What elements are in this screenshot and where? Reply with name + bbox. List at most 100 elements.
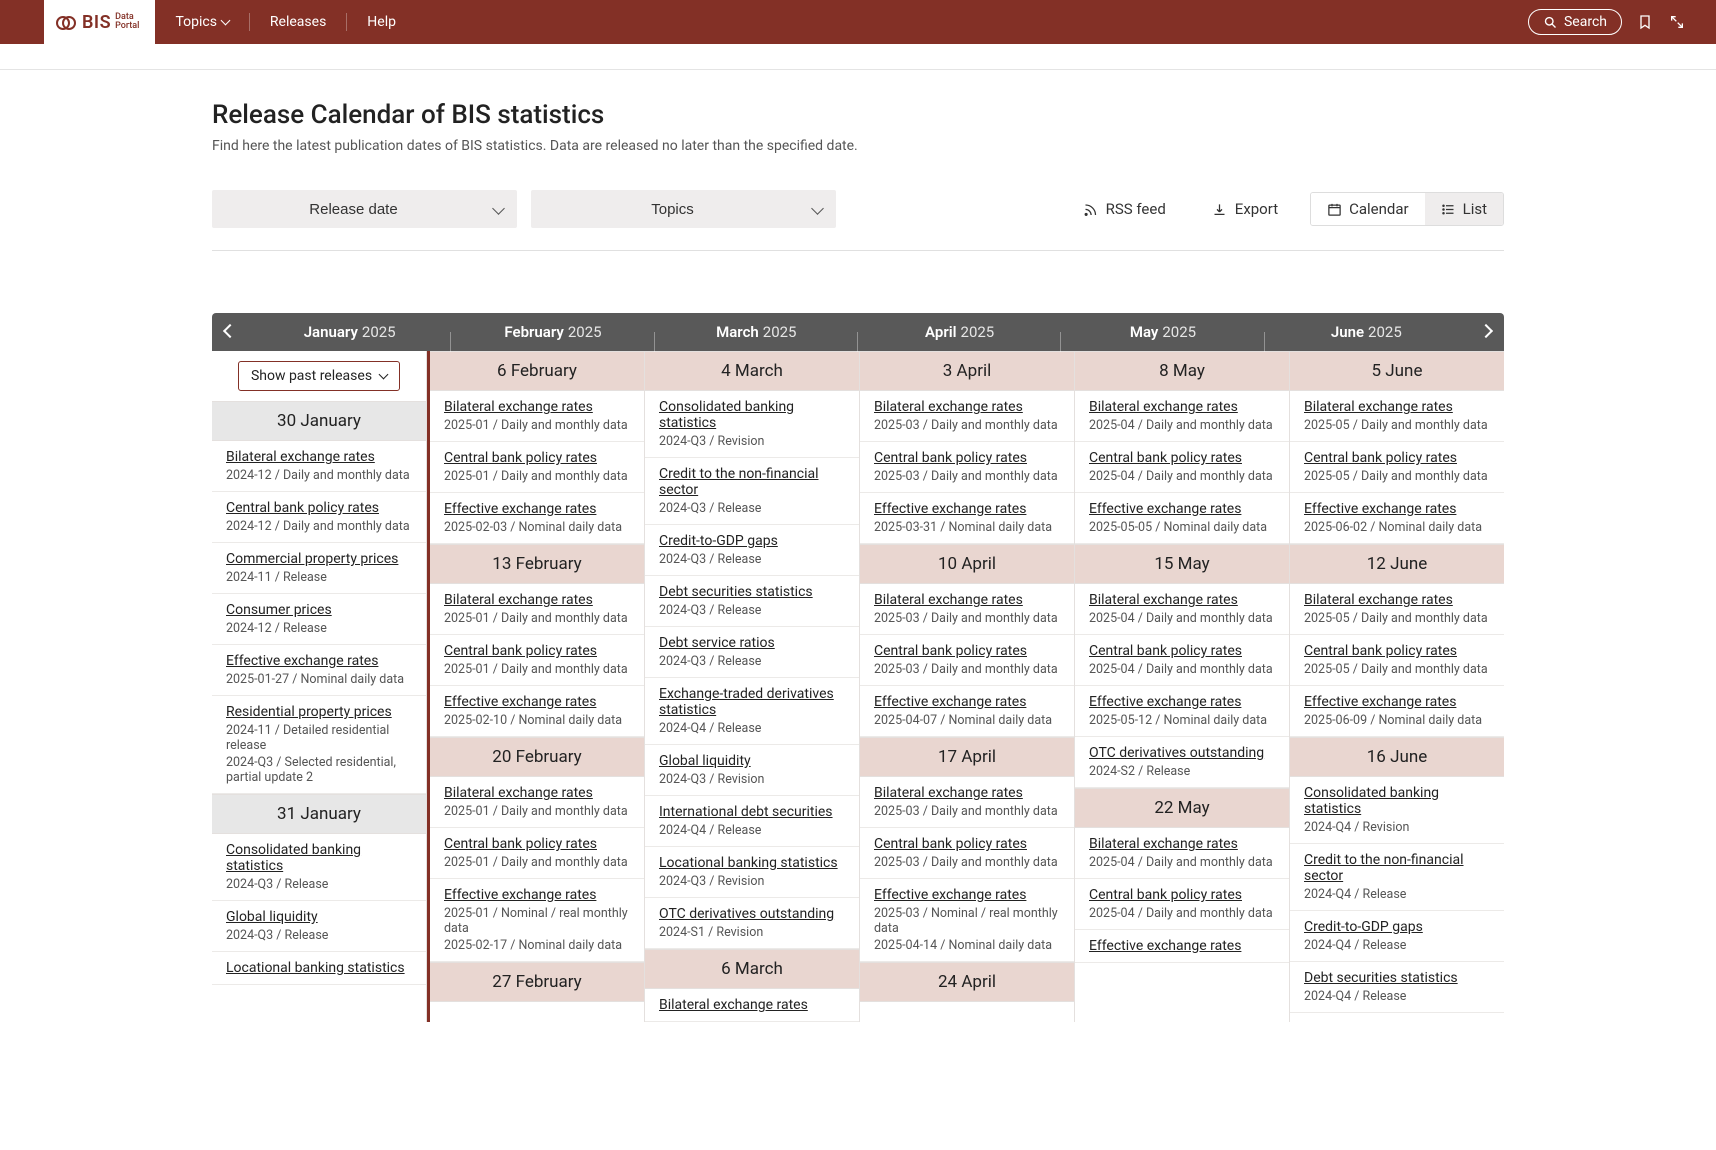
release-meta: 2025-03 / Daily and monthly data bbox=[874, 804, 1062, 819]
release-link[interactable]: Central bank policy rates bbox=[1089, 643, 1242, 659]
release-link[interactable]: International debt securities bbox=[659, 804, 833, 820]
release-link[interactable]: Central bank policy rates bbox=[1304, 643, 1457, 659]
export-button[interactable]: Export bbox=[1206, 200, 1284, 218]
release-meta: 2025-01 / Daily and monthly data bbox=[444, 469, 632, 484]
release-link[interactable]: Credit to the non-financial sector bbox=[659, 466, 847, 498]
release-item: Central bank policy rates 2025-04 / Daily… bbox=[1075, 442, 1289, 493]
release-link[interactable]: Global liquidity bbox=[659, 753, 751, 769]
release-item: Bilateral exchange rates2025-03 / Daily … bbox=[860, 584, 1074, 635]
release-link[interactable]: Commercial property prices bbox=[226, 551, 398, 567]
release-meta: 2025-04 / Daily and monthly data bbox=[1089, 906, 1277, 921]
release-link[interactable]: Central bank policy rates bbox=[874, 836, 1027, 852]
release-link[interactable]: Central bank policy rates bbox=[874, 643, 1027, 659]
release-meta: 2024-11 / Detailed residential release bbox=[226, 723, 414, 753]
release-link[interactable]: Central bank policy rates bbox=[1089, 887, 1242, 903]
release-meta: 2025-02-17 / Nominal daily data bbox=[444, 938, 632, 953]
release-item: Bilateral exchange rates2024-12 / Daily … bbox=[212, 441, 426, 492]
release-meta: 2024-Q3 / Release bbox=[659, 501, 847, 516]
release-link[interactable]: OTC derivatives outstanding bbox=[1089, 745, 1264, 761]
release-link[interactable]: Locational banking statistics bbox=[226, 960, 405, 976]
brand[interactable]: BIS DataPortal bbox=[44, 0, 155, 44]
release-link[interactable]: Effective exchange rates bbox=[874, 887, 1026, 903]
release-link[interactable]: Bilateral exchange rates bbox=[1089, 399, 1238, 415]
release-date-select[interactable]: Release date bbox=[212, 190, 517, 228]
release-meta: 2025-06-02 / Nominal daily data bbox=[1304, 520, 1492, 535]
release-link[interactable]: Bilateral exchange rates bbox=[444, 399, 593, 415]
release-link[interactable]: Effective exchange rates bbox=[444, 694, 596, 710]
calendar-body: Show past releases30 JanuaryBilateral ex… bbox=[212, 351, 1504, 1022]
release-link[interactable]: Effective exchange rates bbox=[226, 653, 378, 669]
next-month-button[interactable] bbox=[1468, 324, 1504, 340]
topics-select[interactable]: Topics bbox=[531, 190, 836, 228]
release-item: Effective exchange rates2025-04-07 / Nom… bbox=[860, 686, 1074, 737]
release-link[interactable]: Consumer prices bbox=[226, 602, 332, 618]
release-link[interactable]: Central bank policy rates bbox=[1304, 450, 1457, 466]
nav-topics[interactable]: Topics bbox=[155, 14, 248, 30]
release-link[interactable]: Bilateral exchange rates bbox=[659, 997, 808, 1013]
release-link[interactable]: Central bank policy rates bbox=[444, 643, 597, 659]
filter-bar: Release date Topics RSS feed Export Cale… bbox=[212, 190, 1504, 251]
release-link[interactable]: Effective exchange rates bbox=[1304, 501, 1456, 517]
rss-button[interactable]: RSS feed bbox=[1077, 200, 1172, 218]
release-meta: 2025-03 / Daily and monthly data bbox=[874, 662, 1062, 677]
date-header: 6 March bbox=[645, 949, 859, 989]
release-item: Bilateral exchange rates2025-04 / Daily … bbox=[1075, 584, 1289, 635]
release-item: Central bank policy rates 2025-01 / Daily… bbox=[430, 442, 644, 493]
release-link[interactable]: Central bank policy rates bbox=[444, 836, 597, 852]
release-link[interactable]: Residential property prices bbox=[226, 704, 392, 720]
release-item: Effective exchange rates2025-05-05 / Nom… bbox=[1075, 493, 1289, 544]
release-link[interactable]: Bilateral exchange rates bbox=[874, 399, 1023, 415]
release-link[interactable]: Bilateral exchange rates bbox=[1304, 399, 1453, 415]
release-link[interactable]: Credit-to-GDP gaps bbox=[659, 533, 778, 549]
release-link[interactable]: Effective exchange rates bbox=[444, 501, 596, 517]
release-link[interactable]: Bilateral exchange rates bbox=[444, 592, 593, 608]
view-list-button[interactable]: List bbox=[1425, 193, 1503, 225]
view-calendar-button[interactable]: Calendar bbox=[1311, 193, 1425, 225]
release-link[interactable]: Effective exchange rates bbox=[1089, 938, 1241, 954]
release-item: Bilateral exchange rates2025-01 / Daily … bbox=[430, 391, 644, 442]
release-link[interactable]: Debt securities statistics bbox=[1304, 970, 1458, 986]
release-link[interactable]: Central bank policy rates bbox=[444, 450, 597, 466]
release-meta: 2024-S2 / Release bbox=[1089, 764, 1277, 779]
release-link[interactable]: Effective exchange rates bbox=[1304, 694, 1456, 710]
release-link[interactable]: Exchange-traded derivatives statistics bbox=[659, 686, 847, 718]
expand-icon[interactable] bbox=[1668, 13, 1686, 31]
release-link[interactable]: Credit-to-GDP gaps bbox=[1304, 919, 1423, 935]
release-link[interactable]: Effective exchange rates bbox=[874, 501, 1026, 517]
release-link[interactable]: Central bank policy rates bbox=[1089, 450, 1242, 466]
release-link[interactable]: OTC derivatives outstanding bbox=[659, 906, 834, 922]
release-link[interactable]: Debt service ratios bbox=[659, 635, 775, 651]
release-link[interactable]: Effective exchange rates bbox=[1089, 694, 1241, 710]
release-link[interactable]: Bilateral exchange rates bbox=[1089, 836, 1238, 852]
release-meta: 2024-Q4 / Release bbox=[1304, 989, 1492, 1004]
release-link[interactable]: Effective exchange rates bbox=[874, 694, 1026, 710]
release-item: Residential property prices 2024-11 / Det… bbox=[212, 696, 426, 794]
nav-releases[interactable]: Releases bbox=[250, 14, 346, 30]
release-link[interactable]: Bilateral exchange rates bbox=[444, 785, 593, 801]
release-link[interactable]: Central bank policy rates bbox=[874, 450, 1027, 466]
release-link[interactable]: Bilateral exchange rates bbox=[874, 592, 1023, 608]
release-link[interactable]: Bilateral exchange rates bbox=[226, 449, 375, 465]
release-link[interactable]: Debt securities statistics bbox=[659, 584, 813, 600]
date-header: 8 May bbox=[1075, 351, 1289, 391]
bookmark-icon[interactable] bbox=[1636, 13, 1654, 31]
release-link[interactable]: Bilateral exchange rates bbox=[874, 785, 1023, 801]
release-link[interactable]: Locational banking statistics bbox=[659, 855, 838, 871]
prev-month-button[interactable] bbox=[212, 324, 248, 340]
release-link[interactable]: Consolidated banking statistics bbox=[226, 842, 414, 874]
release-link[interactable]: Global liquidity bbox=[226, 909, 318, 925]
release-link[interactable]: Effective exchange rates bbox=[1089, 501, 1241, 517]
nav-help[interactable]: Help bbox=[347, 14, 416, 30]
release-item: Central bank policy rates2025-05 / Daily… bbox=[1290, 635, 1504, 686]
release-link[interactable]: Central bank policy rates bbox=[226, 500, 379, 516]
release-link[interactable]: Credit to the non-financial sector bbox=[1304, 852, 1492, 884]
release-link[interactable]: Consolidated banking statistics bbox=[1304, 785, 1492, 817]
release-link[interactable]: Consolidated banking statistics bbox=[659, 399, 847, 431]
date-header: 30 January bbox=[212, 401, 426, 441]
release-meta: 2025-04 / Daily and monthly data bbox=[1089, 469, 1277, 484]
search-button[interactable]: Search bbox=[1528, 9, 1622, 35]
release-link[interactable]: Effective exchange rates bbox=[444, 887, 596, 903]
release-link[interactable]: Bilateral exchange rates bbox=[1304, 592, 1453, 608]
release-link[interactable]: Bilateral exchange rates bbox=[1089, 592, 1238, 608]
show-past-releases-button[interactable]: Show past releases bbox=[238, 361, 400, 391]
